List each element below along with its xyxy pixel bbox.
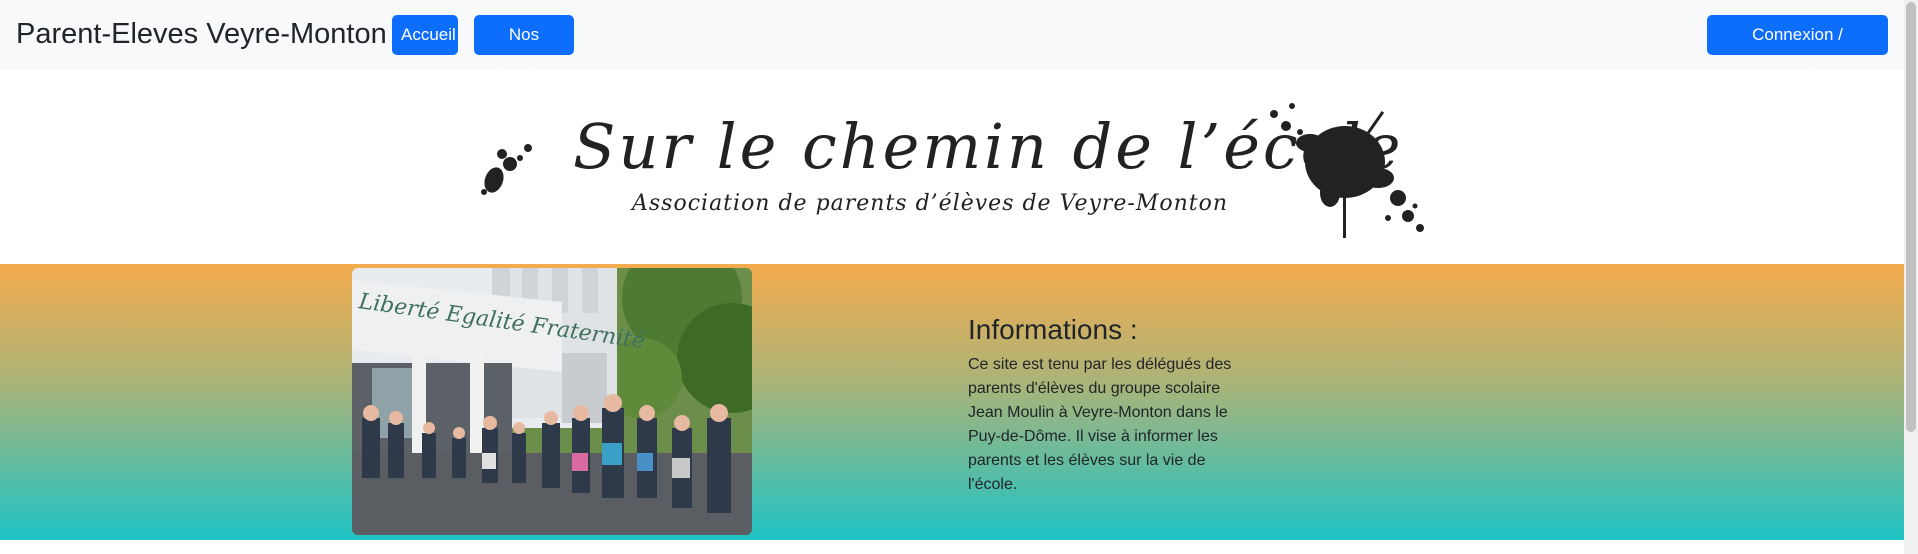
login-register-button[interactable]: Connexion / Inscription [1707,15,1888,84]
hero-section [0,264,1904,540]
banner-logo: Sur le chemin de l’école Association de … [481,103,1424,238]
home-button[interactable]: Accueil [392,15,458,55]
school-photo: Liberté Egalité Fraternité [352,268,752,535]
ink-splat-left-icon [481,144,532,195]
scrollbar-thumb[interactable] [1906,2,1916,432]
banner-subtitle: Association de parents d’élèves de Veyre… [630,191,1228,216]
banner-title: Sur le chemin de l’école [573,110,1403,183]
top-navbar: Parent-Eleves Veyre-Monton Accueil Nos A… [0,0,1904,84]
info-text: Ce site est tenu par les délégués des pa… [968,356,1232,493]
navbar-brand[interactable]: Parent-Eleves Veyre-Monton [16,16,387,52]
banner: Sur le chemin de l’école Association de … [0,70,1904,264]
page-scrollbar[interactable] [1904,0,1918,554]
articles-button[interactable]: Nos Articles [474,15,574,84]
info-title: Informations : [968,314,1138,345]
